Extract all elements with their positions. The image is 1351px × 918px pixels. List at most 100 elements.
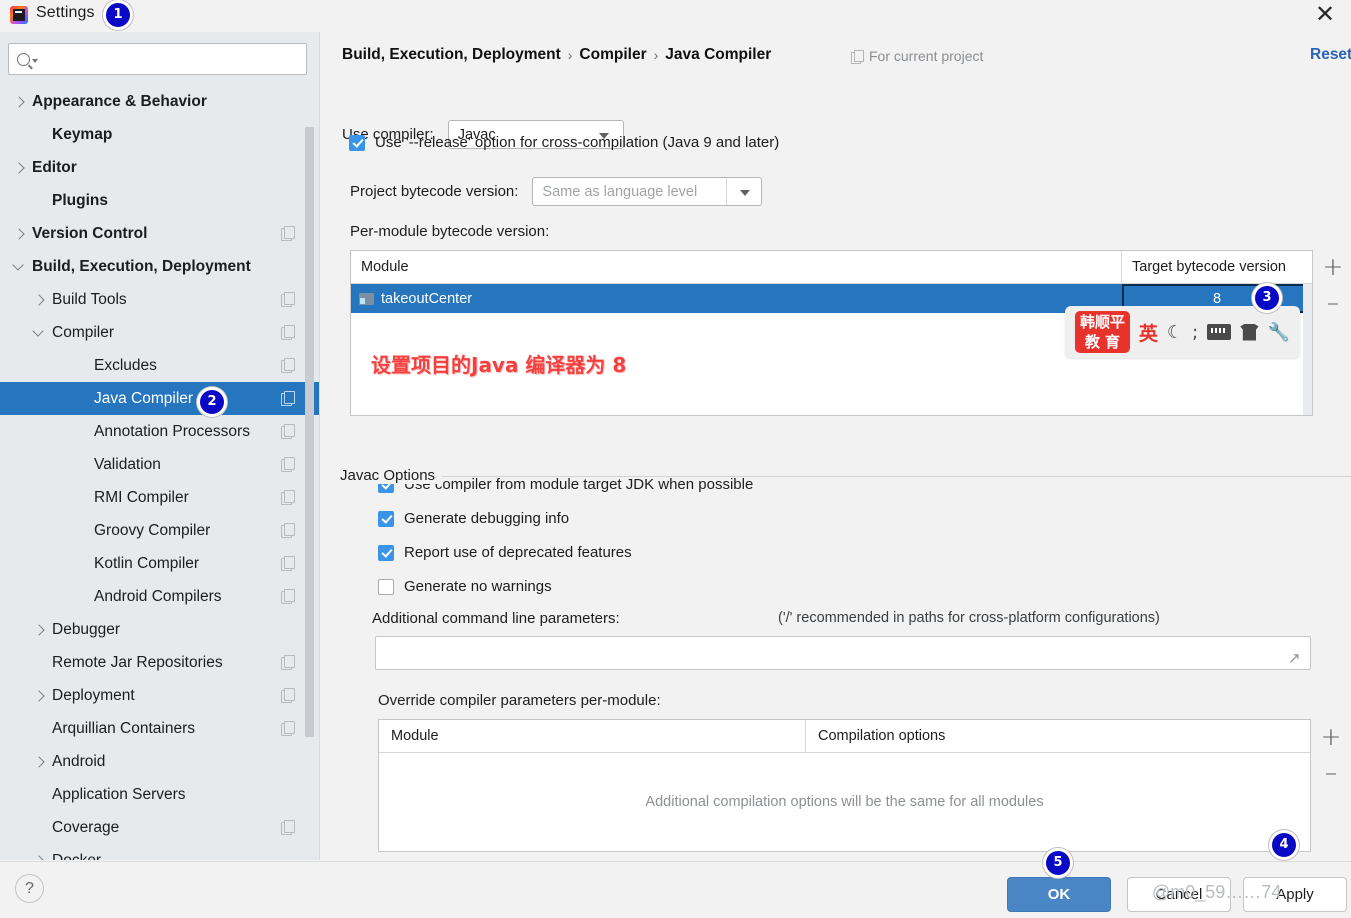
chevron-down-icon[interactable] <box>12 260 26 274</box>
chevron-right-icon[interactable] <box>32 854 46 861</box>
ime-skin-icon[interactable] <box>1240 323 1259 341</box>
reset-link[interactable]: Reset <box>1310 46 1351 64</box>
sidebar-item-android[interactable]: Android <box>0 745 319 778</box>
sidebar-item-groovy-compiler[interactable]: Groovy Compiler <box>0 514 319 547</box>
javac-options-group-title: Javac Options <box>340 467 443 484</box>
sidebar-item-java-compiler[interactable]: Java Compiler <box>0 382 319 415</box>
javac-checkbox-row-1[interactable]: Generate debugging info <box>378 510 569 527</box>
search-input[interactable] <box>8 43 307 75</box>
breadcrumb-item-0[interactable]: Build, Execution, Deployment <box>342 46 561 64</box>
sidebar-item-build-execution-deployment[interactable]: Build, Execution, Deployment <box>0 250 319 283</box>
help-button[interactable]: ? <box>15 874 44 903</box>
chevron-right-icon[interactable] <box>12 161 26 175</box>
copy-settings-icon <box>281 556 295 571</box>
chevron-right-icon[interactable] <box>32 623 46 637</box>
sidebar-item-coverage[interactable]: Coverage <box>0 811 319 844</box>
sidebar-item-plugins[interactable]: Plugins <box>0 184 319 217</box>
column-header-module[interactable]: Module <box>379 720 806 752</box>
sidebar-item-keymap[interactable]: Keymap <box>0 118 319 151</box>
combo-divider <box>726 178 728 205</box>
ime-settings-icon[interactable]: 🔧 <box>1268 322 1290 343</box>
settings-main-panel: Build, Execution, Deployment › Compiler … <box>321 32 1351 860</box>
ime-language-icon[interactable]: 英 <box>1139 319 1158 346</box>
chevron-right-icon[interactable] <box>12 227 26 241</box>
hanshunping-logo-line2: 教 育 <box>1084 333 1121 351</box>
settings-sidebar: Appearance & Behavior Keymap Editor Plugins… <box>0 32 320 860</box>
chevron-right-icon[interactable] <box>32 755 46 769</box>
sidebar-item-remote-jar-repositories[interactable]: Remote Jar Repositories <box>0 646 319 679</box>
sidebar-item-application-servers[interactable]: Application Servers <box>0 778 319 811</box>
step-badge-3: 3 <box>1255 286 1279 310</box>
release-option-row[interactable]: Use '--release' option for cross-compila… <box>349 134 779 151</box>
intellij-idea-logo-icon <box>10 6 28 24</box>
sidebar-item-label: Groovy Compiler <box>94 521 211 539</box>
breadcrumb-item-1[interactable]: Compiler <box>579 46 646 64</box>
chevron-right-icon[interactable] <box>12 95 26 109</box>
copy-settings-icon <box>281 358 295 373</box>
copy-settings-icon <box>281 820 295 835</box>
sidebar-item-android-compilers[interactable]: Android Compilers <box>0 580 319 613</box>
javac-checkbox-row-3[interactable]: Generate no warnings <box>378 578 552 595</box>
expand-icon[interactable]: ↗ <box>1288 649 1301 667</box>
project-bytecode-dropdown[interactable]: Same as language level <box>532 177 763 206</box>
generate-debugging-info-checkbox[interactable] <box>378 510 394 527</box>
table-scrollbar[interactable] <box>1303 284 1312 415</box>
sidebar-item-annotation-processors[interactable]: Annotation Processors <box>0 415 319 448</box>
copy-settings-icon <box>281 688 295 703</box>
sidebar-item-validation[interactable]: Validation <box>0 448 319 481</box>
ime-punctuation-icon[interactable]: ; <box>1192 322 1198 343</box>
report-deprecated-label: Report use of deprecated features <box>404 544 632 561</box>
sidebar-item-kotlin-compiler[interactable]: Kotlin Compiler <box>0 547 319 580</box>
search-field-wrapper[interactable] <box>8 43 307 75</box>
sidebar-item-label: Android Compilers <box>94 587 222 605</box>
copy-settings-icon <box>281 655 295 670</box>
generate-no-warnings-checkbox[interactable] <box>378 578 394 595</box>
sidebar-item-version-control[interactable]: Version Control <box>0 217 319 250</box>
add-module-button[interactable]: + <box>1322 254 1344 279</box>
sidebar-item-appearance-behavior[interactable]: Appearance & Behavior <box>0 85 319 118</box>
sidebar-item-label: Compiler <box>52 323 115 341</box>
copy-settings-icon <box>281 424 295 439</box>
column-header-target-bytecode[interactable]: Target bytecode version <box>1122 251 1312 283</box>
title-bar: Settings ✕ <box>0 0 1351 32</box>
cell-module[interactable]: takeoutCenter <box>351 291 1122 307</box>
sidebar-item-label: Build, Execution, Deployment <box>32 257 251 275</box>
additional-params-input[interactable]: ↗ <box>375 636 1311 670</box>
sidebar-item-editor[interactable]: Editor <box>0 151 319 184</box>
column-header-compilation-options[interactable]: Compilation options <box>806 720 1310 752</box>
sidebar-item-excludes[interactable]: Excludes <box>0 349 319 382</box>
report-deprecated-checkbox[interactable] <box>378 544 394 561</box>
sidebar-item-label: Plugins <box>52 191 108 209</box>
for-current-project-label: For current project <box>851 48 983 64</box>
sidebar-scrollbar-thumb[interactable] <box>305 127 314 737</box>
sidebar-item-label: Version Control <box>32 224 148 242</box>
step-badge-1: 1 <box>106 3 130 27</box>
release-option-checkbox[interactable] <box>349 134 365 151</box>
add-override-button[interactable]: + <box>1320 724 1342 749</box>
close-icon[interactable]: ✕ <box>1305 0 1345 30</box>
dialog-footer: ? OK Cancel Apply <box>0 861 1351 918</box>
sidebar-item-label: Arquillian Containers <box>52 719 196 737</box>
sidebar-item-compiler[interactable]: Compiler <box>0 316 319 349</box>
copy-settings-icon <box>281 721 295 736</box>
sidebar-item-deployment[interactable]: Deployment <box>0 679 319 712</box>
chevron-right-icon[interactable] <box>32 293 46 307</box>
per-module-bytecode-label: Per-module bytecode version: <box>350 223 550 240</box>
use-module-jdk-label: Use compiler from module target JDK when… <box>404 476 754 493</box>
remove-override-button[interactable]: – <box>1320 760 1342 785</box>
sidebar-item-build-tools[interactable]: Build Tools <box>0 283 319 316</box>
ok-button[interactable]: OK <box>1007 877 1111 912</box>
javac-checkbox-row-2[interactable]: Report use of deprecated features <box>378 544 632 561</box>
step-badge-2: 2 <box>200 390 224 414</box>
override-params-table: Module Compilation options Additional co… <box>378 719 1311 852</box>
chevron-right-icon[interactable] <box>32 689 46 703</box>
chevron-down-icon[interactable] <box>32 326 46 340</box>
sidebar-item-debugger[interactable]: Debugger <box>0 613 319 646</box>
sidebar-item-arquillian-containers[interactable]: Arquillian Containers <box>0 712 319 745</box>
sidebar-item-rmi-compiler[interactable]: RMI Compiler <box>0 481 319 514</box>
remove-module-button[interactable]: – <box>1322 290 1344 315</box>
column-header-module[interactable]: Module <box>351 251 1122 283</box>
ime-keyboard-icon[interactable] <box>1207 324 1232 340</box>
sidebar-item-docker[interactable]: Docker <box>0 844 319 861</box>
ime-moon-icon[interactable]: ☾ <box>1167 322 1183 343</box>
